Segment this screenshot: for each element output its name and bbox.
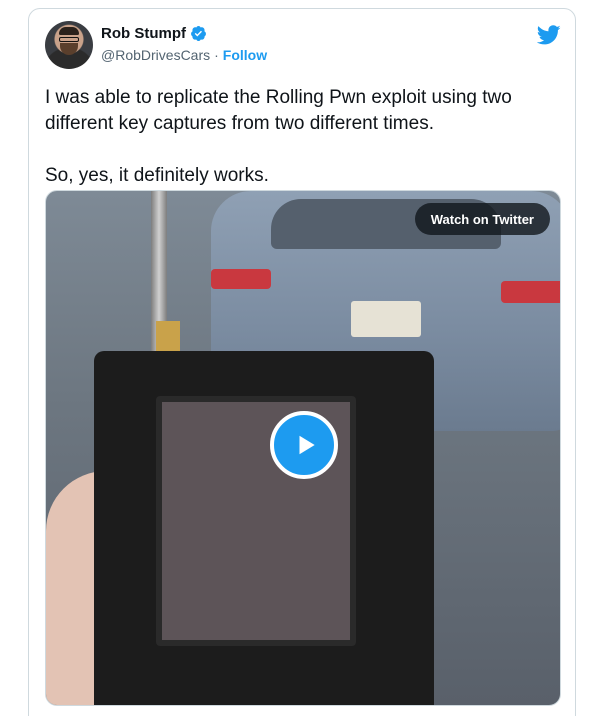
watch-on-twitter-button[interactable]: Watch on Twitter (414, 203, 550, 235)
avatar-glasses (59, 37, 79, 42)
handle-row: @RobDrivesCars · Follow (101, 47, 267, 63)
tweet-video[interactable]: Watch on Twitter (45, 190, 561, 706)
avatar-hair (59, 27, 79, 35)
author-name[interactable]: Rob Stumpf (101, 25, 186, 42)
verified-badge-icon (191, 25, 206, 42)
author-handle[interactable]: @RobDrivesCars (101, 47, 210, 63)
car-taillight-right (501, 281, 560, 303)
avatar[interactable] (45, 21, 93, 69)
twitter-bird-icon[interactable] (537, 23, 561, 47)
avatar-beard (60, 43, 78, 55)
tweet-card: Rob Stumpf @RobDrivesCars · Follow I was… (28, 8, 576, 716)
author-name-row: Rob Stumpf (101, 25, 207, 42)
car-license-plate (351, 301, 421, 337)
car-taillight-left (211, 269, 271, 289)
follow-link[interactable]: Follow (223, 47, 267, 63)
play-button[interactable] (270, 411, 338, 479)
separator-dot: · (214, 47, 219, 63)
play-icon (299, 435, 315, 455)
tweet-text: I was able to replicate the Rolling Pwn … (45, 87, 512, 186)
tweet-header: Rob Stumpf @RobDrivesCars · Follow (45, 21, 561, 71)
